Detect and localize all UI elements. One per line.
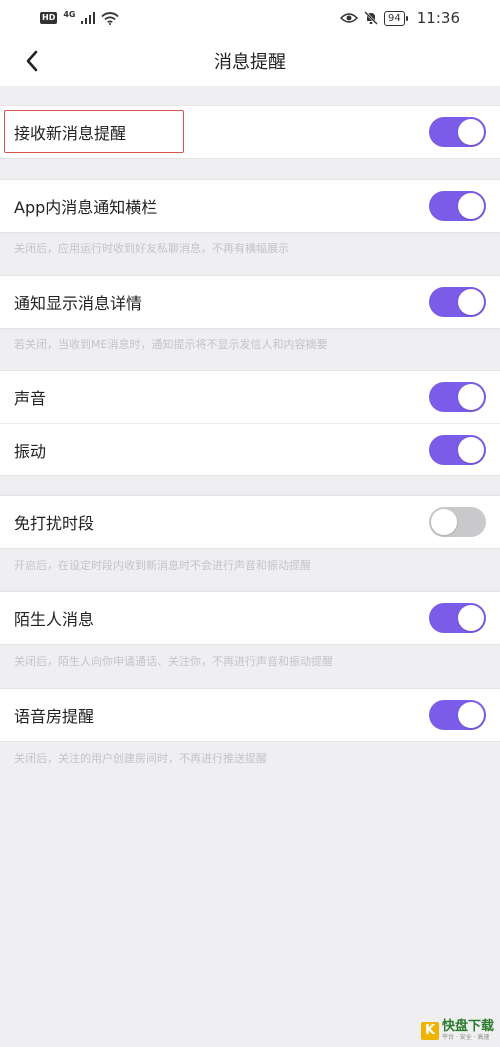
- row-label: 声音: [14, 389, 47, 408]
- row-vibrate: 振动: [0, 423, 500, 475]
- eye-icon: [340, 13, 359, 23]
- network-type: 4G: [63, 9, 76, 19]
- group-stranger: 陌生人消息: [0, 591, 500, 645]
- desc-stranger: 关闭后，陌生人向你申请通话、关注你，不再进行声音和振动提醒: [14, 655, 333, 668]
- group-app-banner: App内消息通知横栏: [0, 179, 500, 233]
- desc-dnd: 开启后，在设定时段内收到新消息时不会进行声音和振动提醒: [14, 559, 311, 572]
- row-show-detail: 通知显示消息详情: [0, 276, 500, 328]
- desc-show-detail: 若关闭，当收到ME消息时，通知提示将不显示发信人和内容摘要: [14, 338, 328, 351]
- desc-app-banner: 关闭后，应用运行时收到好友私聊消息，不再有横幅展示: [14, 242, 289, 255]
- row-receive-new: 接收新消息提醒: [0, 106, 500, 158]
- group-show-detail: 通知显示消息详情: [0, 275, 500, 329]
- row-label: 陌生人消息: [14, 610, 95, 629]
- toggle-knob: [458, 605, 484, 631]
- signal-icon: [81, 12, 96, 24]
- watermark: K 快盘下载 平台 · 安全 · 高速: [420, 1019, 494, 1042]
- hd-badge: HD: [40, 12, 58, 24]
- chevron-left-icon: [26, 50, 38, 72]
- row-app-banner: App内消息通知横栏: [0, 180, 500, 232]
- watermark-logo-icon: K: [420, 1021, 439, 1040]
- row-label: 语音房提醒: [14, 707, 95, 726]
- row-label: 振动: [14, 441, 47, 461]
- battery-indicator: 94: [384, 10, 408, 26]
- toggle-vibrate[interactable]: [429, 434, 486, 465]
- group-sound-vibrate: 声音 振动: [0, 370, 500, 476]
- toggle-voice-room[interactable]: [429, 700, 486, 730]
- row-stranger: 陌生人消息: [0, 592, 500, 644]
- status-bar: HD 4G 94 11:36: [0, 0, 500, 36]
- page-title: 消息提醒: [214, 52, 286, 73]
- status-right: 94 11:36: [340, 9, 460, 27]
- watermark-name: 快盘下载: [441, 1019, 494, 1034]
- highlight-box: [4, 110, 184, 153]
- watermark-sub: 平台 · 安全 · 高速: [441, 1034, 490, 1041]
- toggle-knob: [431, 509, 457, 535]
- status-left: HD 4G: [40, 9, 120, 25]
- desc-voice-room: 关闭后，关注的用户创建房间时，不再进行推送提醒: [14, 752, 267, 765]
- group-voice-room: 语音房提醒: [0, 688, 500, 742]
- toggle-knob: [458, 384, 484, 410]
- row-sound: 声音: [0, 371, 500, 423]
- back-button[interactable]: [14, 43, 50, 79]
- row-label: 通知显示消息详情: [14, 294, 143, 313]
- toggle-knob: [458, 119, 484, 145]
- toggle-knob: [458, 193, 484, 219]
- row-voice-room: 语音房提醒: [0, 689, 500, 741]
- toggle-knob: [458, 289, 484, 315]
- toggle-knob: [458, 436, 484, 463]
- toggle-knob: [458, 702, 484, 728]
- nav-header: 消息提醒: [0, 36, 500, 86]
- row-label: 免打扰时段: [14, 514, 95, 533]
- row-label: App内消息通知横栏: [14, 198, 158, 217]
- wifi-icon: [101, 11, 120, 25]
- group-dnd: 免打扰时段: [0, 495, 500, 549]
- toggle-receive-new[interactable]: [429, 117, 486, 147]
- group-receive-new: 接收新消息提醒: [0, 105, 500, 159]
- toggle-sound[interactable]: [429, 382, 486, 412]
- watermark-text: 快盘下载 平台 · 安全 · 高速: [441, 1019, 494, 1042]
- toggle-stranger[interactable]: [429, 603, 486, 633]
- toggle-dnd[interactable]: [429, 507, 486, 537]
- row-dnd: 免打扰时段: [0, 496, 500, 548]
- toggle-app-banner[interactable]: [429, 191, 486, 221]
- clock: 11:36: [416, 9, 460, 27]
- toggle-show-detail[interactable]: [429, 287, 486, 317]
- mute-bell-icon: [364, 11, 378, 25]
